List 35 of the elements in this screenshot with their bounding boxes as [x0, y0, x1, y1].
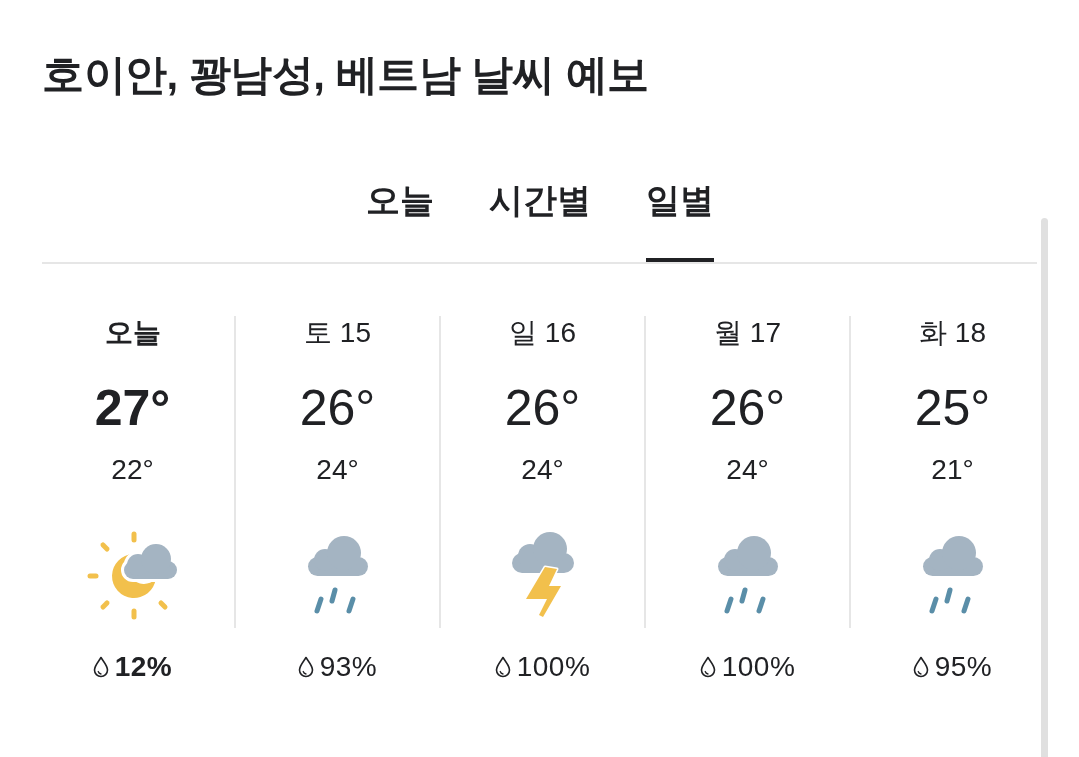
- day-label: 일 16: [509, 316, 576, 350]
- tab[interactable]: 일별: [645, 170, 714, 262]
- precipitation-chance: 100%: [516, 650, 591, 684]
- day-label: 토 15: [304, 316, 371, 350]
- low-temperature: 22°: [111, 453, 154, 487]
- droplet-icon: [297, 656, 314, 678]
- tab[interactable]: 시간별: [488, 170, 591, 262]
- low-temperature: 21°: [931, 453, 974, 487]
- high-temperature: 26°: [299, 379, 376, 438]
- high-temperature: 26°: [709, 379, 786, 438]
- droplet-icon: [699, 656, 716, 678]
- droplet-icon: [912, 656, 929, 678]
- high-temperature: 26°: [504, 379, 581, 438]
- high-temperature: 27°: [94, 379, 171, 438]
- sun-moon-cloud-icon: [85, 529, 180, 621]
- precipitation-chance: 93%: [319, 650, 378, 684]
- day-label: 오늘: [104, 316, 161, 350]
- rain-cloud-icon: [921, 535, 984, 615]
- high-temperature: 25°: [914, 379, 991, 438]
- droplet-icon: [92, 656, 109, 678]
- low-temperature: 24°: [726, 453, 769, 487]
- droplet-icon: [494, 656, 511, 678]
- lightning-cloud-icon: [509, 531, 576, 619]
- precipitation-chance: 12%: [114, 650, 173, 684]
- rain-cloud-icon: [306, 535, 369, 615]
- day-label: 월 17: [714, 316, 781, 350]
- rain-cloud-icon: [716, 535, 779, 615]
- precipitation-chance: 95%: [934, 650, 993, 684]
- scrollbar[interactable]: [1041, 218, 1048, 757]
- tab[interactable]: 오늘: [365, 170, 434, 262]
- day-label: 화 18: [919, 316, 986, 350]
- page-title: 호이안, 꽝남성, 베트남 날씨 예보: [42, 50, 649, 100]
- precipitation-chance: 100%: [721, 650, 796, 684]
- low-temperature: 24°: [316, 453, 359, 487]
- low-temperature: 24°: [521, 453, 564, 487]
